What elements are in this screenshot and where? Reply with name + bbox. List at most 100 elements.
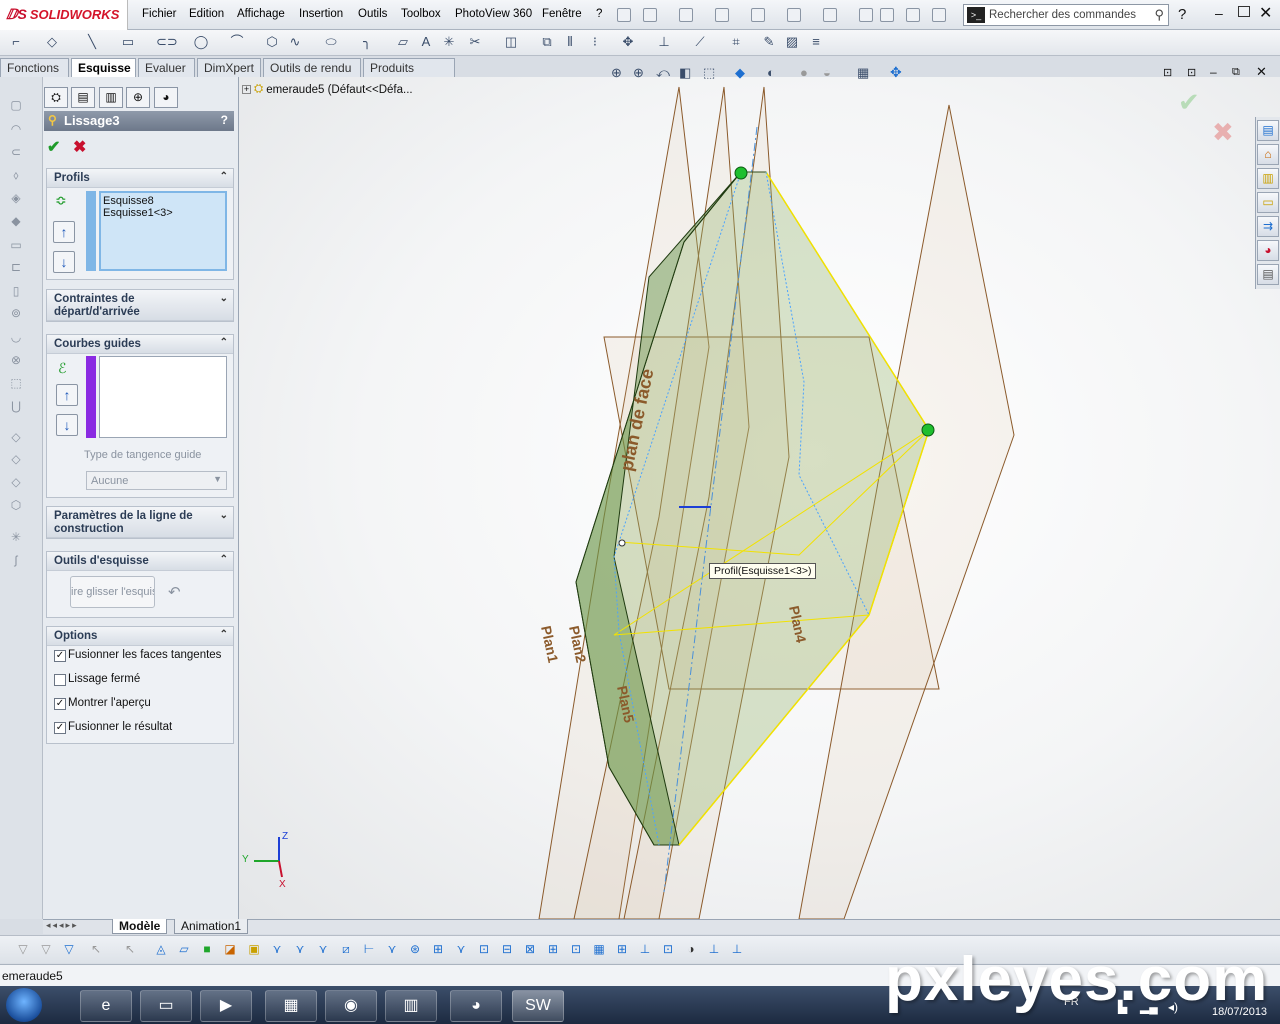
menu-affichage[interactable]: Affichage [237, 8, 285, 20]
filter-datum-target-icon[interactable]: ⊡ [660, 942, 676, 956]
boundary-icon[interactable]: ◈ [9, 191, 23, 205]
expand-icon[interactable]: ⌄ [220, 509, 228, 522]
graphics-area[interactable]: plan de face Plan1 Plan2 Plan5 Plan4 Z Y… [239, 77, 1280, 920]
tab-fonctions[interactable]: Fonctions [0, 58, 69, 77]
undo-icon[interactable] [787, 8, 801, 22]
list-item[interactable]: Esquisse1<3> [103, 207, 223, 219]
search-icon[interactable]: ⚲ [1154, 7, 1164, 23]
menu-outils[interactable]: Outils [358, 8, 387, 20]
move-up-button[interactable]: ↑ [53, 221, 75, 243]
move-view-icon[interactable]: ✥ [890, 64, 902, 81]
cut-icon[interactable]: ◆ [9, 214, 23, 228]
profils-header[interactable]: Profils ⌃ [47, 169, 233, 188]
zoom-fit-icon[interactable]: ⊕ [611, 65, 622, 81]
filter-stacked-balloons-icon[interactable]: ⊠ [522, 942, 538, 956]
chart-app-icon[interactable]: ▥ [385, 990, 437, 1022]
group-contraintes[interactable]: Contraintes de départ/d'arrivée ⌄ [46, 289, 234, 322]
group-parametres[interactable]: Paramètres de la ligne de construction ⌄ [46, 506, 234, 539]
freeform-icon[interactable]: ʃ [9, 553, 23, 567]
restore-button[interactable]: ⧉ [1232, 66, 1240, 79]
mirror-icon[interactable]: ⫴ [562, 35, 578, 49]
filter-icon[interactable]: ▽ [15, 942, 31, 956]
view-orientation-icon[interactable]: ⬚ [703, 65, 715, 81]
filter-geometric-tolerance-icon[interactable]: ⊡ [476, 942, 492, 956]
filter-sketch-icon[interactable]: ⧄ [338, 942, 354, 956]
confirm-corner-ok[interactable]: ✔ [1178, 87, 1200, 118]
delete-icon[interactable]: ⊗ [9, 353, 23, 367]
tab-evaluer[interactable]: Evaluer [138, 58, 195, 77]
circle-icon[interactable]: ◯ [193, 35, 209, 49]
task-pane-library-icon[interactable]: ▥ [1257, 168, 1279, 189]
firefox-icon[interactable]: ◉ [325, 990, 377, 1022]
section-view-icon[interactable]: ◧ [679, 65, 691, 81]
collapse-icon[interactable]: ⌃ [220, 171, 228, 182]
filter-connection-icon[interactable]: ⊥ [729, 942, 745, 956]
ie-icon[interactable]: e [80, 990, 132, 1022]
draft-icon[interactable]: ▯ [9, 284, 23, 298]
filter-toggle-icon[interactable]: ▽ [38, 942, 54, 956]
save-icon[interactable] [715, 8, 729, 22]
filter-select-icon[interactable]: ▽ [61, 942, 77, 956]
options-icon[interactable] [906, 8, 920, 22]
offset-icon[interactable]: ⧉ [539, 35, 555, 49]
filter-axes-icon[interactable]: ⋎ [269, 942, 285, 956]
display-manager-tab[interactable]: ◕ [154, 87, 178, 108]
task-pane-home-icon[interactable]: ⌂ [1257, 144, 1279, 165]
ok-button[interactable]: ✔ [47, 137, 60, 157]
filter-edges-icon[interactable]: ▱ [176, 942, 192, 956]
dome-icon[interactable]: ◡ [9, 330, 23, 344]
point-icon[interactable]: ✳ [441, 35, 457, 49]
connector-point[interactable] [921, 423, 935, 437]
filter-dowel-icon[interactable]: ⊡ [568, 942, 584, 956]
explorer-icon[interactable]: ▭ [140, 990, 192, 1022]
minimize-button[interactable]: – [1215, 5, 1223, 21]
filter-points-icon[interactable]: ⋎ [315, 942, 331, 956]
cancel-button[interactable]: ✖ [73, 137, 86, 157]
search-input[interactable]: Rechercher des commandes [989, 9, 1136, 21]
task-pane-appearance-icon[interactable]: ◕ [1257, 240, 1279, 261]
menu-fichier[interactable]: Fichier [142, 8, 177, 20]
new-document-icon[interactable] [643, 8, 657, 22]
options-header[interactable]: Options ⌃ [47, 627, 233, 646]
select-other-icon[interactable]: ↖ [122, 942, 138, 956]
move-up-button[interactable]: ↑ [56, 384, 78, 406]
checkbox-lissage-ferme[interactable] [54, 674, 66, 686]
sketch-point[interactable] [618, 539, 626, 547]
menu-edition[interactable]: Edition [189, 8, 224, 20]
media-player-icon[interactable]: ▶ [200, 990, 252, 1022]
solidworks-taskbar-icon[interactable]: SW [512, 990, 564, 1022]
calculator-icon[interactable]: ▦ [265, 990, 317, 1022]
close-button[interactable]: ✕ [1256, 64, 1267, 80]
display-style-icon[interactable]: ◆ [735, 65, 745, 81]
maximize-button[interactable] [1238, 6, 1250, 17]
expand-icon[interactable]: ⌄ [220, 292, 228, 305]
repair-icon[interactable]: ⟋ [692, 35, 708, 49]
tangence-select[interactable]: Aucune ▼ [86, 471, 227, 490]
polygon-icon[interactable]: ⬡ [264, 35, 280, 49]
text-icon[interactable]: A [418, 35, 434, 49]
contraintes-header[interactable]: Contraintes de départ/d'arrivée ⌄ [47, 290, 233, 321]
collapse-icon[interactable]: ⌃ [220, 337, 228, 348]
file-properties-icon[interactable] [880, 8, 894, 22]
previous-view-icon[interactable]: ⤺ [656, 65, 670, 81]
tab-produits-office[interactable]: Produits Office [363, 58, 455, 89]
configuration-manager-tab[interactable]: ▥ [99, 87, 123, 108]
line-icon[interactable]: ╲ [84, 35, 100, 49]
tab-animation[interactable]: Animation1 [174, 919, 249, 934]
task-pane-palette-icon[interactable]: ⇉ [1257, 216, 1279, 237]
feature-tree-root[interactable]: + ⛭ emeraude5 (Défaut<<Défa... [242, 83, 413, 96]
scene-icon[interactable]: ◒ [823, 65, 831, 80]
tab-dimxpert[interactable]: DimXpert [197, 58, 261, 77]
collapse-icon[interactable]: ⌃ [220, 629, 228, 640]
move-icon[interactable]: ✥ [620, 35, 636, 49]
move-down-button[interactable]: ↓ [56, 414, 78, 436]
revolve-icon[interactable]: ◠ [9, 122, 23, 136]
filter-dimensions-icon[interactable]: ⊢ [361, 942, 377, 956]
shell-icon[interactable]: ▭ [9, 238, 23, 252]
curve-icon[interactable]: ◇ [9, 430, 23, 444]
filter-solids-icon[interactable]: ▣ [246, 942, 262, 956]
instant2d-icon[interactable]: ✎ [761, 35, 777, 49]
zoom-area-icon[interactable]: ⊕ [633, 65, 644, 81]
confirm-corner-cancel[interactable]: ✖ [1212, 117, 1234, 148]
convert-icon[interactable]: ◫ [503, 35, 519, 49]
